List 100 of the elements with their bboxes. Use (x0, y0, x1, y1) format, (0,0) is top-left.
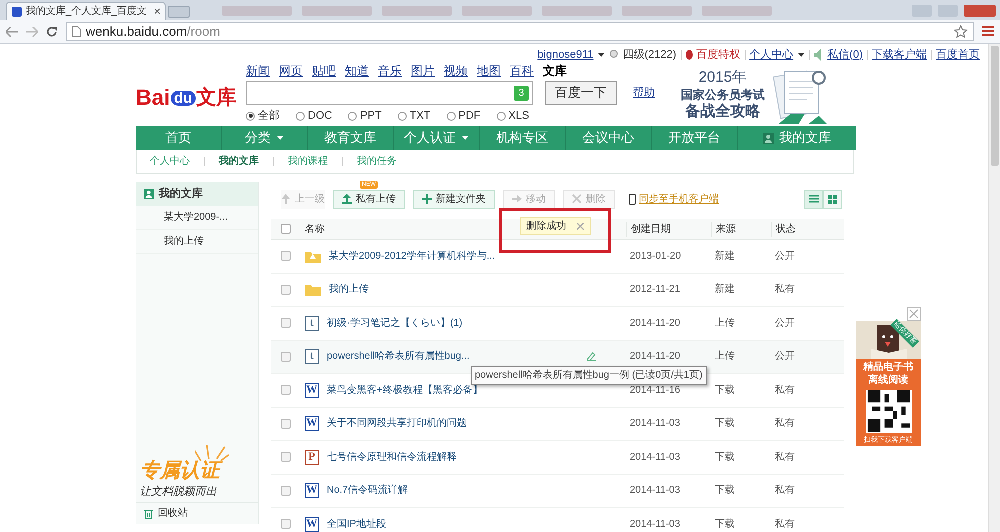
radio-button[interactable] (398, 112, 407, 121)
document-name[interactable]: 我的上传 (329, 282, 369, 298)
header-link[interactable]: 下载客户端 (872, 46, 927, 64)
nav-item[interactable]: 开放平台 (652, 126, 738, 150)
channel-link[interactable]: 图片 (411, 62, 435, 80)
blurred-tab[interactable] (622, 6, 692, 16)
nav-item[interactable]: 个人认证 (394, 126, 480, 150)
row-checkbox[interactable] (281, 352, 291, 362)
row-checkbox[interactable] (281, 418, 291, 429)
grid-view-button[interactable] (823, 190, 842, 208)
nav-item[interactable]: 教育文库 (308, 126, 394, 150)
header-link[interactable]: 百度特权 (696, 46, 741, 64)
exam-banner[interactable]: 2015年 国家公务员考试 备战全攻略 (681, 62, 856, 124)
table-row[interactable]: W No.7信令码流详解 2014-11-03 下载 私有 (271, 474, 844, 508)
radio-button[interactable] (446, 112, 456, 121)
row-checkbox[interactable] (281, 519, 291, 530)
select-all-checkbox[interactable] (281, 224, 291, 234)
row-checkbox[interactable] (281, 251, 291, 262)
baidu-wenku-logo[interactable]: Bai du 文库 (136, 62, 246, 124)
channel-link[interactable]: 文库 (543, 62, 567, 80)
channel-link[interactable]: 地图 (477, 62, 501, 80)
blurred-tab[interactable] (382, 6, 452, 16)
nav-item[interactable]: 会议中心 (566, 126, 652, 150)
blurred-tab[interactable] (702, 6, 772, 16)
channel-link[interactable]: 贴吧 (312, 62, 336, 80)
radio-button[interactable] (496, 112, 506, 121)
nav-item[interactable]: 分类 (222, 126, 308, 150)
header-link[interactable]: 四级(2122) (622, 46, 677, 64)
document-name[interactable]: 初级·学习笔记之【くらい】(1) (327, 316, 463, 331)
caret-icon (277, 136, 284, 140)
channel-link[interactable]: 新闻 (246, 62, 270, 80)
browser-tab[interactable]: 我的文库_个人文库_百度文 (6, 2, 166, 20)
nav-item[interactable]: 首页 (136, 126, 222, 150)
success-toast: 删除成功 (520, 217, 590, 235)
row-checkbox[interactable] (281, 385, 291, 396)
tab-title: 我的文库_个人文库_百度文 (26, 4, 148, 19)
radio-button[interactable] (246, 112, 255, 121)
source-cell-text: 下载 (714, 518, 736, 532)
row-checkbox[interactable] (281, 318, 291, 328)
nav-item[interactable]: 机构专区 (480, 126, 566, 150)
toolbar-button[interactable]: 新建文件夹 (413, 190, 495, 208)
sub-nav-tab[interactable]: 我的任务 (357, 154, 397, 169)
table-row[interactable]: 我的上传 2012-11-21 新建 私有 (271, 274, 844, 307)
star-icon[interactable] (954, 24, 968, 38)
reload-icon[interactable] (46, 26, 58, 38)
blurred-tab[interactable] (462, 6, 532, 16)
nav-item[interactable]: 我的文库 (738, 126, 856, 150)
maximize-button[interactable] (938, 5, 958, 17)
header-link[interactable]: 百度首页 (936, 46, 980, 64)
document-name[interactable]: 全国IP地址段 (327, 516, 386, 532)
row-checkbox[interactable] (281, 486, 291, 496)
sidebar-header[interactable]: 我的文库 (136, 182, 258, 206)
radio-button[interactable] (348, 112, 358, 121)
channel-link[interactable]: 视频 (444, 62, 468, 80)
blurred-tab[interactable] (542, 6, 612, 16)
forward-icon[interactable] (26, 26, 38, 36)
toolbar-button[interactable]: 私有上传 (333, 190, 405, 208)
document-name[interactable]: powershell哈希表所有属性bug... (327, 349, 470, 364)
row-checkbox[interactable] (281, 452, 291, 462)
blurred-tab[interactable] (222, 6, 292, 16)
close-icon[interactable] (155, 8, 160, 15)
document-name[interactable]: 关于不同网段共享打印机的问题 (327, 416, 467, 432)
blurred-tab[interactable] (302, 6, 372, 16)
username-link[interactable]: bignose911 (538, 46, 594, 64)
document-name[interactable]: No.7信令码流详解 (327, 483, 408, 498)
new-tab-button[interactable] (168, 6, 190, 18)
minimize-button[interactable] (912, 5, 932, 17)
sidebar-item[interactable]: 我的上传 (136, 230, 258, 254)
channel-link[interactable]: 知道 (345, 62, 369, 80)
header-link[interactable]: 私信(0) (828, 46, 863, 64)
address-field[interactable]: wenku.baidu.com/room (66, 22, 974, 41)
document-name[interactable]: 七号信令原理和信令流程解释 (327, 450, 457, 465)
qr-code-icon (866, 390, 912, 432)
certification-promo[interactable]: 专属认证 让文档脱颖而出 (140, 444, 254, 502)
header-link[interactable]: 个人中心 (750, 46, 794, 64)
channel-link[interactable]: 音乐 (378, 62, 402, 80)
back-icon[interactable] (6, 26, 18, 36)
radio-button[interactable] (296, 112, 305, 121)
sub-nav-tab[interactable]: 我的文库 (219, 154, 259, 169)
document-name[interactable]: 菜鸟变黑客+终极教程【黑客必备】 (327, 382, 483, 398)
search-button[interactable]: 百度一下 (545, 81, 617, 105)
scrollbar[interactable] (988, 44, 1000, 532)
page-icon (72, 26, 81, 37)
file-type-icon: W (305, 416, 319, 432)
channel-link[interactable]: 百科 (510, 62, 534, 80)
edit-icon[interactable] (586, 352, 597, 362)
sub-nav-tab[interactable]: 个人中心 (150, 154, 190, 169)
sub-nav-tab[interactable]: 我的课程 (288, 154, 328, 169)
trash-link[interactable]: 回收站 (158, 506, 188, 521)
channel-link[interactable]: 网页 (279, 62, 303, 80)
table-row[interactable]: W 关于不同网段共享打印机的问题 2014-11-03 下载 私有 (271, 408, 844, 441)
menu-icon[interactable] (982, 26, 994, 37)
row-checkbox[interactable] (281, 284, 291, 295)
sidebar-item[interactable]: 某大学2009-... (136, 206, 258, 230)
created-date: 2014-11-03 (629, 518, 682, 532)
help-link[interactable]: 帮助 (633, 84, 655, 102)
close-window-button[interactable] (964, 5, 996, 17)
list-view-button[interactable] (804, 190, 823, 208)
page-favicon (12, 6, 22, 16)
document-name[interactable]: 某大学2009-2012学年计算机科学与... (329, 248, 496, 264)
